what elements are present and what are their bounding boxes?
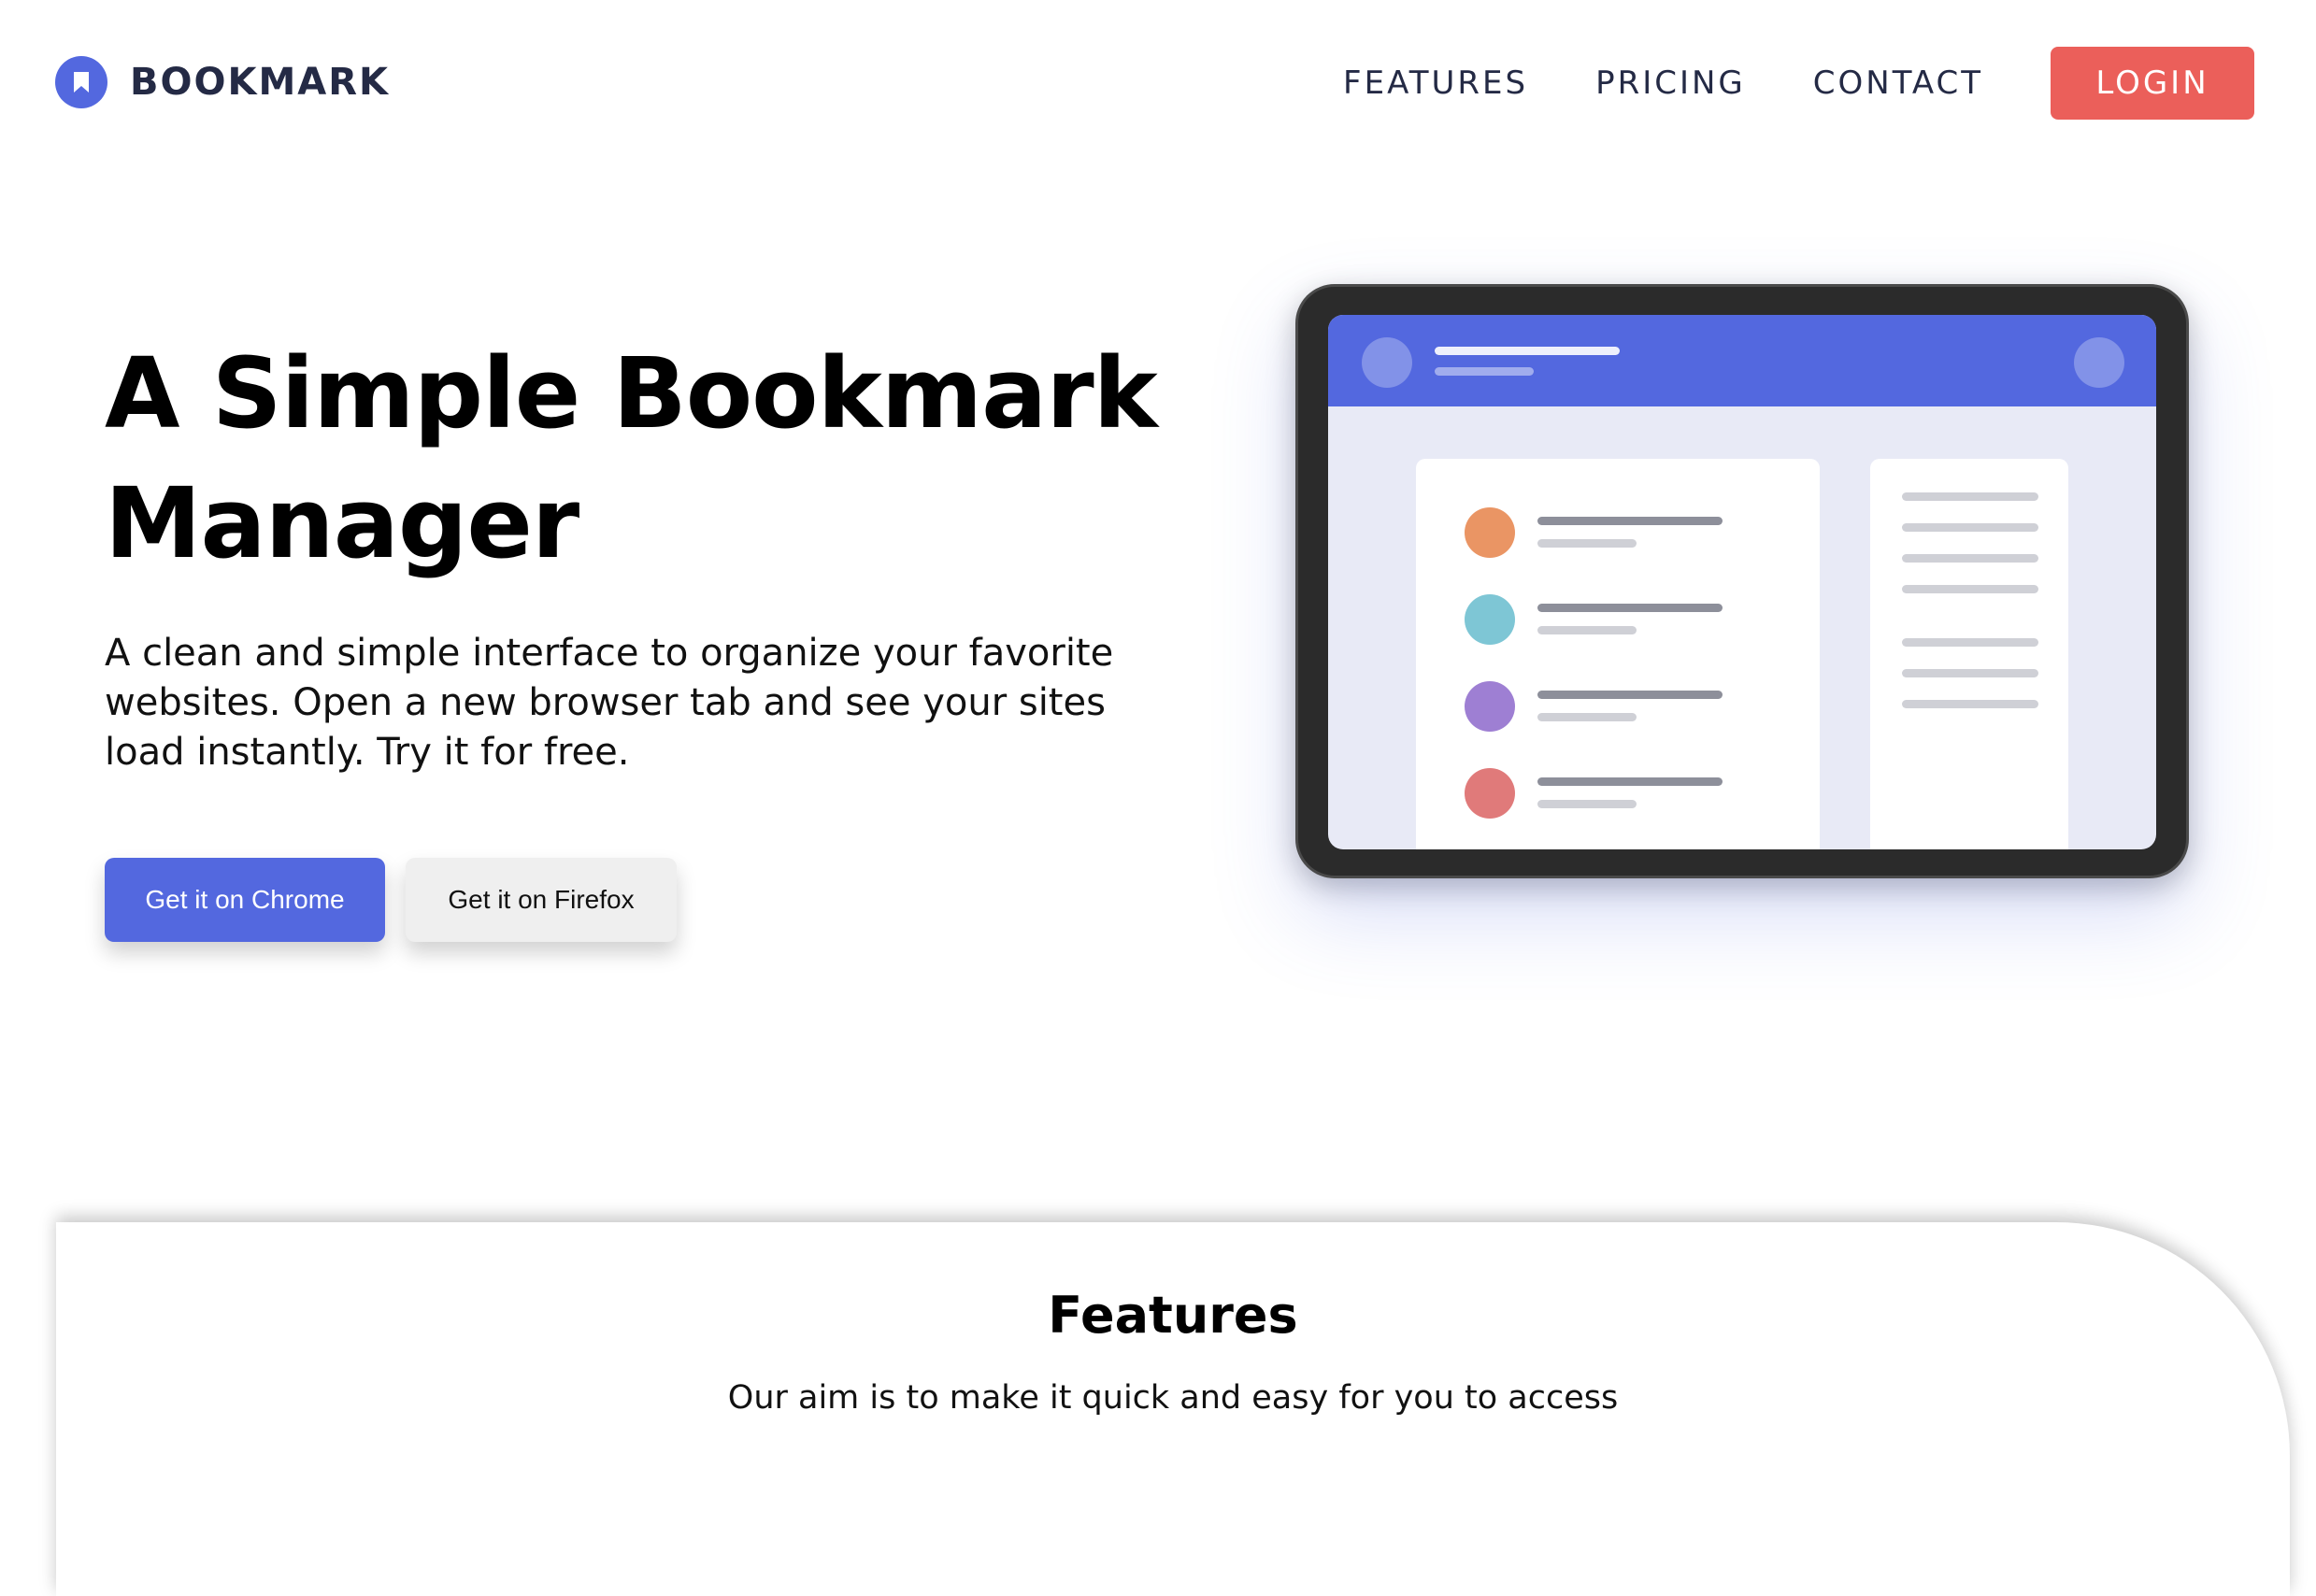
bookmark-subline bbox=[1537, 800, 1637, 808]
get-chrome-button[interactable]: Get it on Chrome bbox=[105, 858, 385, 942]
features-title: Features bbox=[1048, 1286, 1298, 1345]
bookmark-line bbox=[1537, 604, 1723, 612]
download-buttons: Get it on Chrome Get it on Firefox bbox=[105, 858, 677, 942]
sidebar-card bbox=[1870, 459, 2068, 849]
features-intro: Our aim is to make it quick and easy for… bbox=[727, 1379, 1619, 1417]
bookmark-dot-orange bbox=[1465, 507, 1515, 558]
bookmark-line bbox=[1537, 777, 1723, 786]
sidebar-line bbox=[1902, 554, 2038, 563]
bookmark-line bbox=[1537, 517, 1723, 525]
avatar-placeholder bbox=[1362, 337, 1412, 388]
sidebar-line bbox=[1902, 669, 2038, 677]
bookmark-dot-teal bbox=[1465, 594, 1515, 645]
nav-link-features[interactable]: FEATURES bbox=[1343, 64, 1528, 102]
sidebar-line bbox=[1902, 638, 2038, 647]
app-header-bar bbox=[1328, 315, 2156, 406]
sidebar-line bbox=[1902, 585, 2038, 593]
bookmark-line bbox=[1537, 691, 1723, 699]
brand-name: BOOKMARK bbox=[130, 61, 391, 104]
features-section: Features Our aim is to make it quick and… bbox=[56, 1222, 2290, 1596]
get-firefox-button[interactable]: Get it on Firefox bbox=[406, 858, 677, 942]
nav-menu: FEATURES PRICING CONTACT LOGIN bbox=[1343, 47, 2254, 120]
bookmark-dot-purple bbox=[1465, 681, 1515, 732]
login-button[interactable]: LOGIN bbox=[2051, 47, 2254, 120]
sidebar-line bbox=[1902, 700, 2038, 708]
bookmark-subline bbox=[1537, 713, 1637, 721]
bookmark-subline bbox=[1537, 626, 1637, 634]
nav-link-pricing[interactable]: PRICING bbox=[1595, 64, 1746, 102]
hero-illustration-tablet bbox=[1295, 284, 2189, 878]
header-subtitle-line bbox=[1435, 367, 1534, 376]
menu-dot-placeholder bbox=[2074, 337, 2124, 388]
bookmark-list-card bbox=[1416, 459, 1820, 849]
tablet-screen bbox=[1328, 315, 2156, 849]
sidebar-line bbox=[1902, 492, 2038, 501]
header-title-line bbox=[1435, 347, 1620, 355]
bookmark-dot-red bbox=[1465, 768, 1515, 819]
sidebar-line bbox=[1902, 523, 2038, 532]
nav-link-contact[interactable]: CONTACT bbox=[1813, 64, 1983, 102]
bookmark-subline bbox=[1537, 539, 1637, 548]
bookmark-icon bbox=[55, 56, 107, 108]
top-navigation: BOOKMARK FEATURES PRICING CONTACT LOGIN bbox=[0, 0, 2316, 168]
brand-logo[interactable]: BOOKMARK bbox=[55, 56, 390, 108]
hero-description: A clean and simple interface to organize… bbox=[105, 632, 1114, 774]
hero-title: A Simple Bookmark Manager bbox=[105, 336, 1158, 580]
